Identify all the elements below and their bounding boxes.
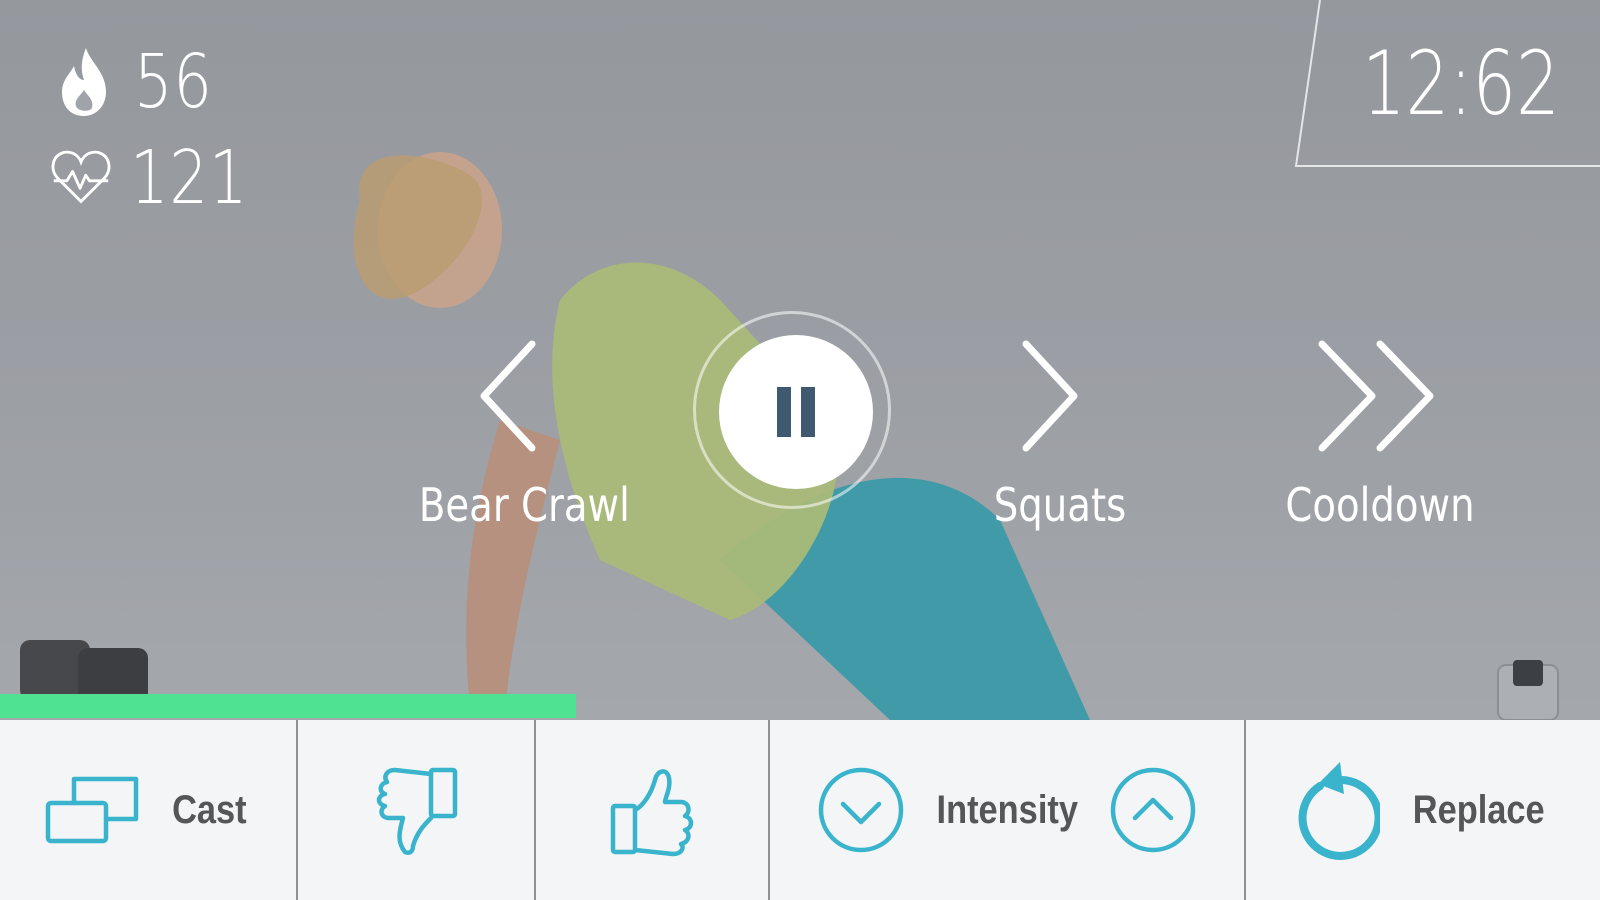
chevron-up-icon [1132,797,1174,821]
pause-icon [777,387,791,437]
flame-icon [62,48,106,116]
like-button[interactable] [536,720,770,900]
cast-button[interactable]: Cast [0,720,298,900]
bottom-toolbar: Cast Intensity Replace [0,720,1600,900]
workout-progress-bar [0,694,1600,718]
intensity-control: Intensity [770,720,1246,900]
heart-rate-icon [51,150,111,204]
heart-rate-value: 121 [130,135,249,221]
cast-label: Cast [171,787,247,832]
intensity-label: Intensity [936,787,1078,832]
heart-rate-stat: 121 [50,140,274,216]
previous-exercise-label[interactable]: Bear Crawl [419,482,630,528]
next-exercise-chevron-icon[interactable] [1010,338,1090,458]
previous-exercise-chevron-icon[interactable] [470,338,550,458]
thumbs-up-icon [610,769,694,857]
intensity-up-button[interactable] [1109,766,1197,854]
skip-to-label[interactable]: Cooldown [1281,482,1479,528]
calories-value: 56 [134,39,213,125]
cast-icon [45,776,138,844]
workout-timer: 12:62 [1362,32,1560,135]
next-exercise-label[interactable]: Squats [984,482,1135,528]
dislike-button[interactable] [298,720,536,900]
calories-stat: 56 [54,44,230,120]
chevron-down-icon [840,801,881,825]
replace-button[interactable]: Replace [1246,720,1600,900]
thumbs-down-icon [376,767,458,855]
replace-icon [1298,762,1381,860]
pause-button[interactable] [719,335,873,489]
progress-fill [0,694,576,718]
replace-label: Replace [1413,787,1545,832]
intensity-down-button[interactable] [817,766,905,854]
skip-double-chevron-icon[interactable] [1312,338,1448,458]
